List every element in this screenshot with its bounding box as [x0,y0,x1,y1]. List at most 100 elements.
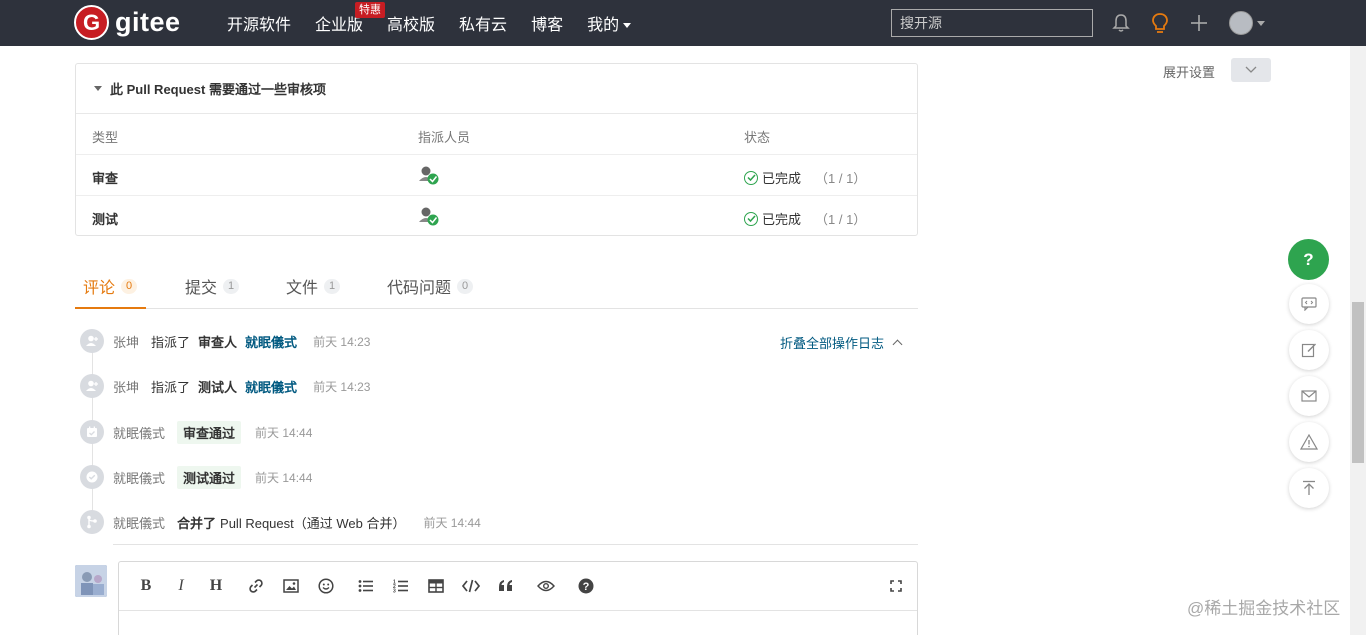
link-icon[interactable] [246,576,266,596]
merge-icon [80,510,104,534]
lightbulb-icon[interactable] [1149,12,1171,34]
column-header-type: 类型 [92,130,119,145]
quote-icon[interactable] [496,576,516,596]
message-button[interactable] [1289,376,1329,416]
nav-menu: 开源软件 企业版 特惠 高校版 私有云 博客 我的 [227,0,655,46]
timeline-event: 就眠儀式 测试通过 前天 14:44 [80,465,312,489]
event-target-user[interactable]: 就眠儀式 [245,377,297,396]
chevron-up-icon [892,339,903,350]
heading-button[interactable]: H [206,576,226,596]
nav-item-private-cloud[interactable]: 私有云 [459,11,507,35]
svg-text:3: 3 [393,589,396,594]
image-icon[interactable] [281,576,301,596]
plus-icon[interactable] [1188,12,1210,34]
expand-settings-label[interactable]: 展开设置 [1163,62,1215,81]
edit-button[interactable] [1289,330,1329,370]
event-user[interactable]: 就眠儀式 [113,468,165,487]
review-checks-panel: 此 Pull Request 需要通过一些审核项 类型 指派人员 状态 审查 已… [75,63,918,236]
tab-commits[interactable]: 提交 1 [185,274,240,298]
report-button[interactable] [1289,422,1329,462]
review-row: 审查 已完成 （1 / 1） [76,155,917,196]
tab-label: 评论 [83,280,116,297]
nav-item-education[interactable]: 高校版 [387,11,435,35]
feedback-button[interactable] [1289,284,1329,324]
warning-icon [1300,434,1318,450]
search-input[interactable] [891,9,1093,37]
italic-button[interactable]: I [171,576,191,596]
logo-badge: G [74,5,109,40]
scrollbar-thumb[interactable] [1352,302,1364,463]
nav-item-mine[interactable]: 我的 [587,11,632,35]
column-header-assignee: 指派人员 [418,130,471,145]
comment-editor[interactable]: B I H 123 ? [118,561,918,635]
editor-toolbar: B I H 123 ? [119,562,917,611]
event-action: 指派了 [151,379,191,395]
nav-item-open-source[interactable]: 开源软件 [227,11,291,35]
tab-count: 0 [121,278,138,294]
avatar-chevron-down-icon[interactable] [1257,21,1265,26]
user-avatar[interactable] [1229,11,1253,35]
code-icon[interactable] [461,576,481,596]
nav-item-enterprise-label: 企业版 [315,17,364,34]
event-role: 审查人 [198,334,238,350]
tab-count: 1 [324,278,341,294]
event-time: 前天 14:44 [423,515,481,530]
tab-comments[interactable]: 评论 0 [83,274,138,298]
divider [113,544,918,545]
review-panel-header[interactable]: 此 Pull Request 需要通过一些审核项 [76,64,917,114]
help-button[interactable]: ? [1288,239,1329,280]
help-icon[interactable]: ? [576,576,596,596]
preview-icon[interactable] [536,576,556,596]
event-user[interactable]: 就眠儀式 [113,423,165,442]
timeline-event: 就眠儀式 合并了 Pull Request（通过 Web 合并） 前天 14:4… [80,510,481,534]
nav-item-blog[interactable]: 博客 [531,11,563,35]
tab-label: 代码问题 [387,280,452,297]
nav-item-enterprise[interactable]: 企业版 特惠 [315,2,386,35]
fold-all-logs-link[interactable]: 折叠全部操作日志 [780,333,903,352]
assignee-avatar[interactable] [418,164,440,189]
check-circle-icon [744,170,758,185]
nav-item-mine-label: 我的 [587,17,620,34]
event-time: 前天 14:44 [255,425,313,440]
expand-settings-button[interactable] [1231,58,1271,82]
event-user[interactable]: 就眠儀式 [113,513,165,532]
bullet-list-icon[interactable] [356,576,376,596]
table-icon[interactable] [426,576,446,596]
back-to-top-button[interactable] [1289,468,1329,508]
event-time: 前天 14:44 [255,470,313,485]
chat-icon [1301,297,1317,311]
svg-text:?: ? [583,581,590,593]
bell-icon[interactable] [1110,12,1132,34]
emoji-icon[interactable] [316,576,336,596]
status-text: 已完成 [762,212,802,227]
timeline-event: 张坤 指派了 审查人 就眠儀式 前天 14:23 [80,329,370,353]
tab-count: 1 [223,278,240,294]
test-passed-tag: 测试通过 [177,465,242,489]
watermark: @稀土掘金技术社区 [1187,599,1341,618]
review-panel-title: 此 Pull Request 需要通过一些审核项 [110,82,326,97]
tab-files[interactable]: 文件 1 [286,274,341,298]
chevron-down-icon [623,23,632,29]
arrow-up-icon [1303,480,1315,495]
event-role: 测试人 [198,379,238,395]
status-count: （1 / 1） [815,171,867,186]
event-target-user[interactable]: 就眠儀式 [245,332,297,351]
bold-button[interactable]: B [136,576,156,596]
gitee-logo[interactable]: G gitee [74,5,181,40]
status-count: （1 / 1） [815,212,867,227]
event-time: 前天 14:23 [313,334,371,349]
review-row: 测试 已完成 （1 / 1） [76,196,917,237]
tab-code-issues[interactable]: 代码问题 0 [387,274,474,298]
event-user[interactable]: 张坤 [113,377,139,396]
assignee-avatar[interactable] [418,205,440,230]
tab-label: 提交 [185,280,218,297]
event-user[interactable]: 张坤 [113,332,139,351]
event-detail: Pull Request（通过 Web 合并） [220,515,406,531]
logo-text: gitee [115,7,181,37]
fullscreen-icon[interactable] [886,576,906,596]
active-tab-indicator [75,307,146,309]
review-status: 已完成 （1 / 1） [744,168,866,187]
mail-icon [1301,390,1317,402]
numbered-list-icon[interactable]: 123 [391,576,411,596]
review-type: 测试 [92,212,119,227]
